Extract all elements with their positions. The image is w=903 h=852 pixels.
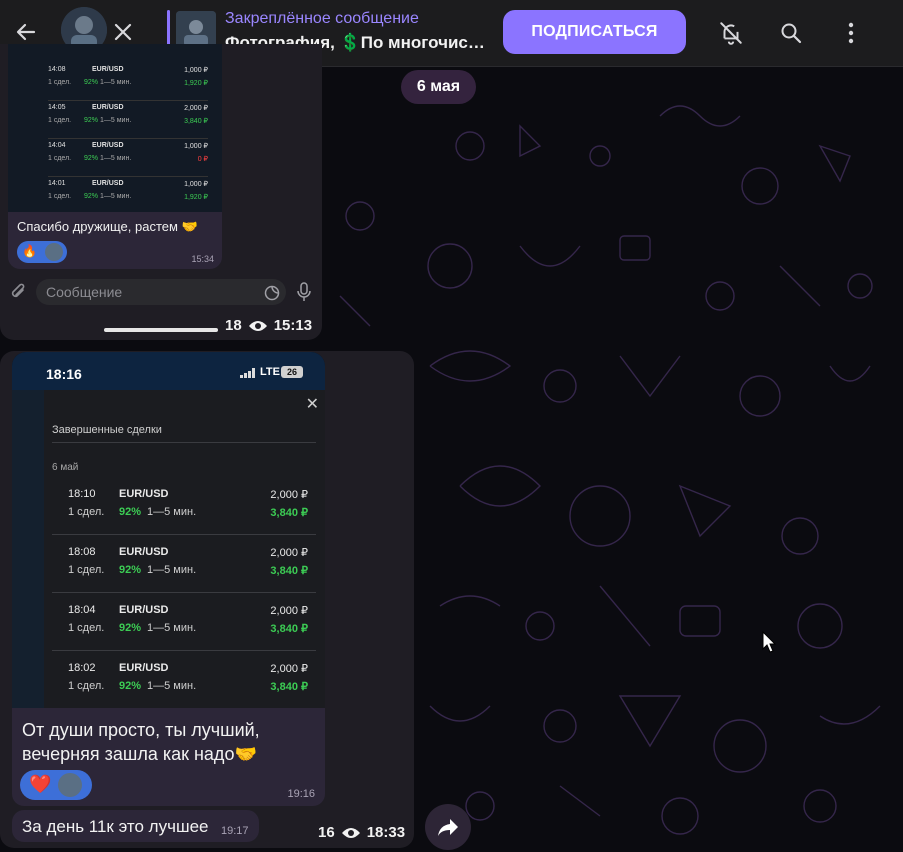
status-time: 18:16 <box>46 366 82 382</box>
trade-row: 18:02 EUR/USD 2,000 ₽ 1 сдел. 92% 1—5 ми… <box>52 652 316 708</box>
eye-icon <box>341 827 360 838</box>
phone-status-bar: 18:16 LTE 26 <box>12 352 325 390</box>
post-time: 18:33 <box>366 824 406 841</box>
heart-icon: ❤️ <box>29 774 52 794</box>
message-time: 15:34 <box>191 254 214 264</box>
microphone-icon[interactable] <box>294 280 314 304</box>
trade-row: 18:10 EUR/USD 2,000 ₽ 1 сдел. 92% 1—5 ми… <box>52 478 316 535</box>
mini-trade-row: 14:08 EUR/USD 1,000 ₽ 1 сдел. 92% 1—5 ми… <box>48 64 208 101</box>
reaction-chip[interactable]: ❤️ <box>20 770 92 800</box>
comment-message[interactable]: За день 11к это лучшее 19:17 <box>12 810 259 842</box>
trade-screenshot: 14:08 EUR/USD 1,000 ₽ 1 сдел. 92% 1—5 ми… <box>8 44 222 212</box>
bell-off-icon[interactable] <box>714 16 748 50</box>
date-badge: 6 мая <box>401 70 476 104</box>
subscribe-button[interactable]: ПОДПИСАТЬСЯ <box>503 10 686 54</box>
view-count: 18 <box>225 317 242 334</box>
message-time: 19:17 <box>221 825 249 837</box>
share-arrow-icon <box>438 819 458 836</box>
post-meta: 16 18:33 <box>318 824 405 841</box>
post-meta: 18 15:13 <box>225 317 312 334</box>
eye-icon <box>248 320 267 331</box>
fire-icon: 🔥 <box>22 244 37 258</box>
mini-trade-row: 14:05 EUR/USD 2,000 ₽ 1 сдел. 92% 1—5 ми… <box>48 102 208 139</box>
divider <box>52 442 316 443</box>
compose-bar: Сообщение <box>0 272 322 308</box>
message-input[interactable]: Сообщение <box>36 279 286 305</box>
message-text: От души просто, ты лучший, вечерняя зашл… <box>22 720 260 764</box>
completed-trades-panel: ✕ Завершенные сделки 6 май 18:10 EUR/USD… <box>44 390 325 708</box>
mini-trade-row: 14:04 EUR/USD 1,000 ₽ 1 сдел. 92% 1—5 ми… <box>48 140 208 177</box>
view-count: 16 <box>318 824 335 841</box>
message-time: 19:16 <box>287 788 315 800</box>
mouse-cursor-icon <box>762 631 776 653</box>
sticker-icon[interactable] <box>262 283 282 303</box>
avatar <box>45 243 63 261</box>
mini-trade-row: 14:01 EUR/USD 1,000 ₽ 1 сдел. 92% 1—5 ми… <box>48 180 208 201</box>
trade-row: 18:08 EUR/USD 2,000 ₽ 1 сдел. 92% 1—5 ми… <box>52 536 316 593</box>
pinned-title[interactable]: Закреплённое сообщение <box>225 10 419 28</box>
message-text: Спасибо дружище, растем 🤝 <box>17 219 198 234</box>
screenshot-message[interactable]: 14:08 EUR/USD 1,000 ₽ 1 сдел. 92% 1—5 ми… <box>8 44 222 269</box>
app-sidebar-strip <box>12 390 44 708</box>
channel-post-photo[interactable]: 14:08 EUR/USD 1,000 ₽ 1 сдел. 92% 1—5 ми… <box>0 44 322 340</box>
more-vertical-icon[interactable] <box>836 16 866 50</box>
avatar <box>58 773 82 797</box>
reaction-chip[interactable]: 🔥 <box>17 241 67 263</box>
forward-button[interactable] <box>425 804 471 850</box>
trade-row: 18:04 EUR/USD 2,000 ₽ 1 сдел. 92% 1—5 ми… <box>52 594 316 651</box>
caption-message[interactable]: От души просто, ты лучший, вечерняя зашл… <box>12 708 325 806</box>
paperclip-icon[interactable] <box>6 280 30 304</box>
search-icon[interactable] <box>774 16 808 50</box>
network-label: LTE <box>260 366 280 378</box>
close-icon: ✕ <box>305 396 319 413</box>
panel-title: Завершенные сделки <box>52 424 162 436</box>
message-text: За день 11к это лучшее <box>22 817 209 836</box>
battery-indicator: 26 <box>281 366 303 378</box>
home-indicator <box>104 328 218 332</box>
signal-icon <box>240 368 255 378</box>
trades-date: 6 май <box>52 462 79 473</box>
post-time: 15:13 <box>273 317 313 334</box>
trade-screenshot[interactable]: 18:16 LTE 26 ✕ Завершенные сделки 6 май … <box>12 352 325 708</box>
